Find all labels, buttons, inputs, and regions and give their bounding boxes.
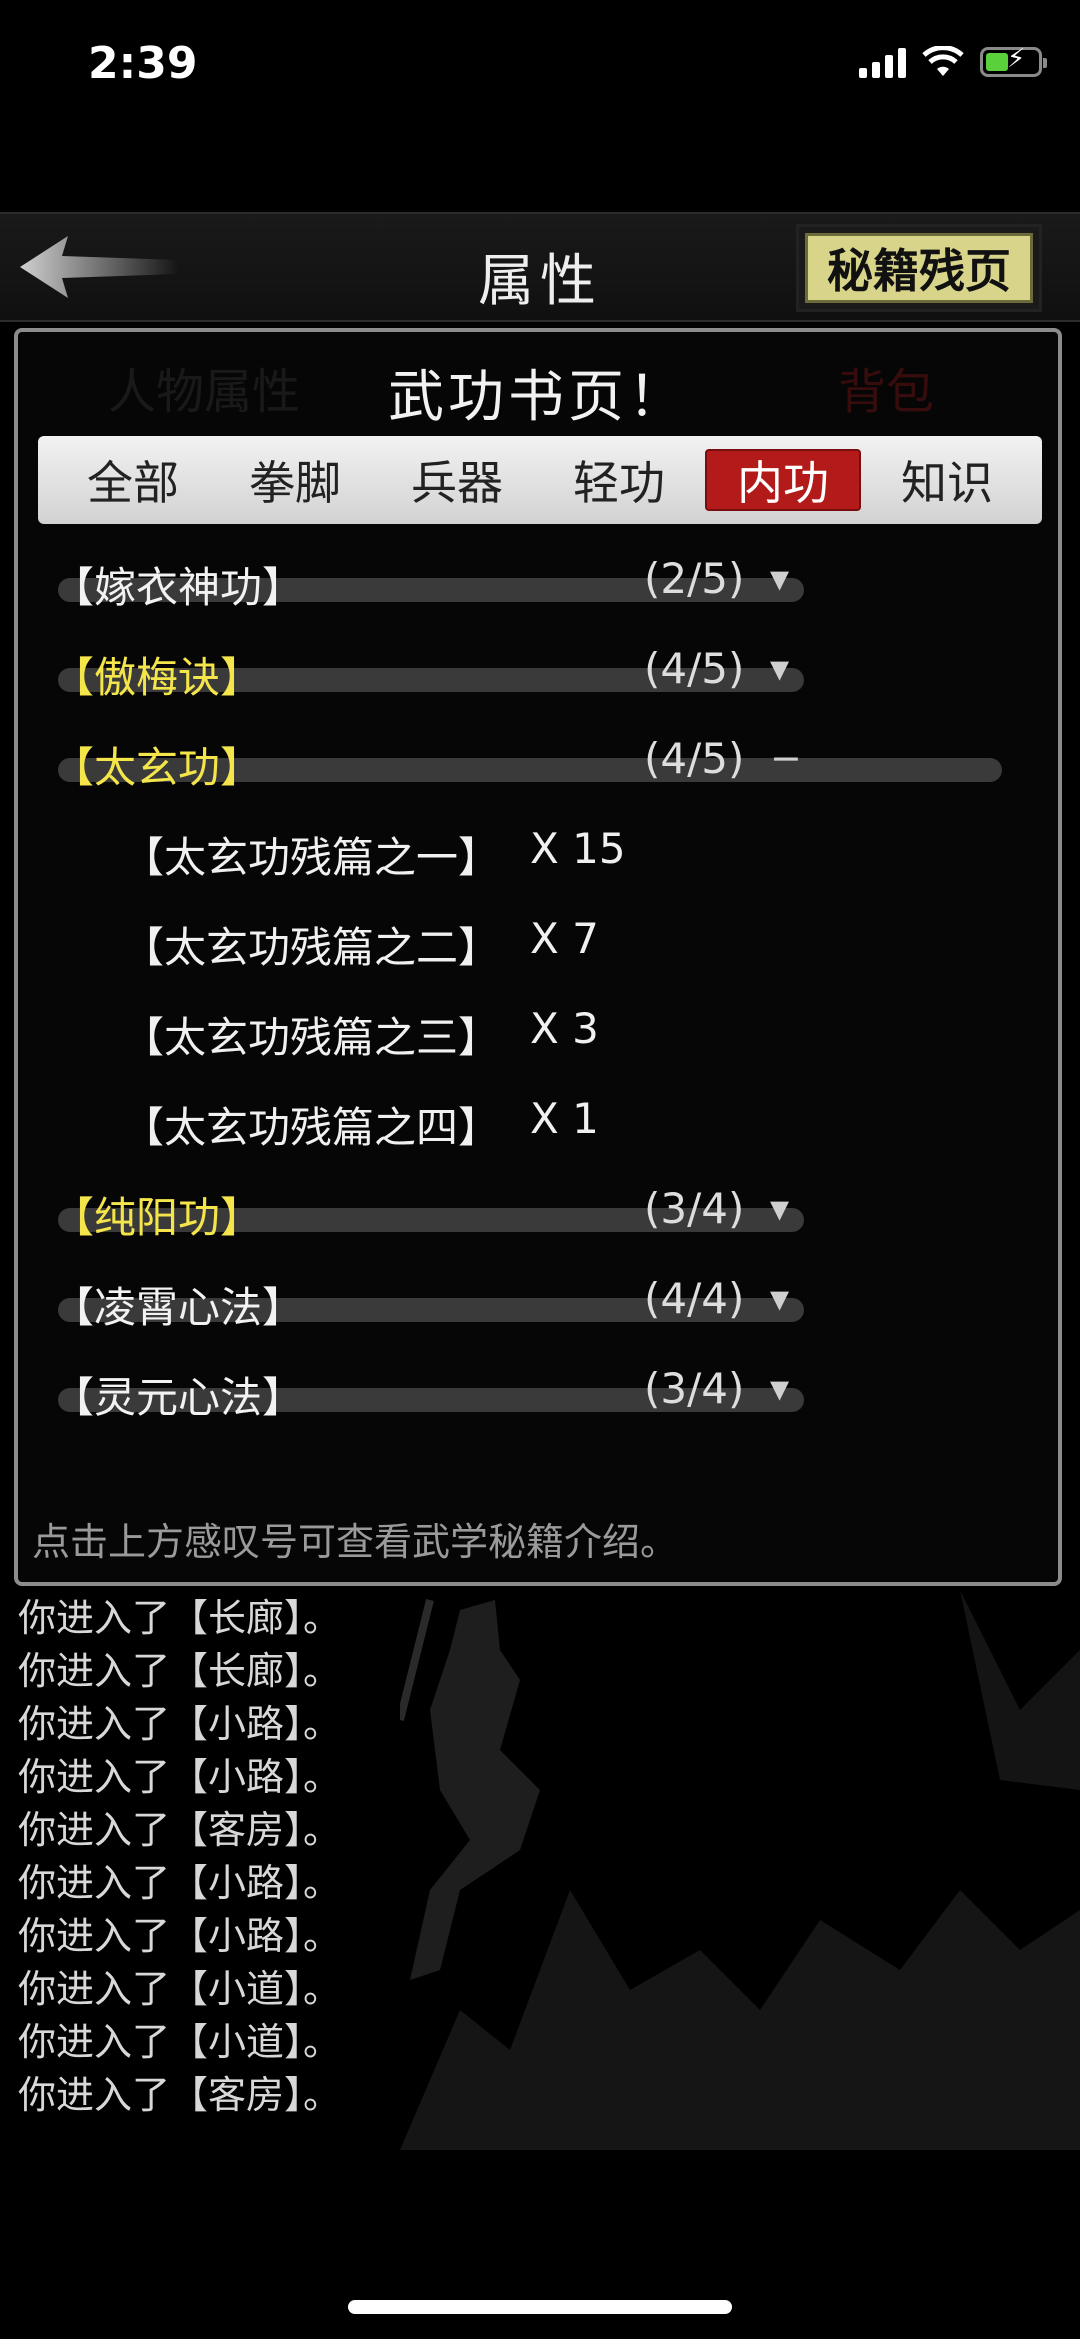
- chevron-down-icon[interactable]: ▾: [770, 556, 789, 600]
- chevron-down-icon[interactable]: ▾: [770, 1366, 789, 1410]
- event-log: 你进入了【长廊】。 你进入了【长廊】。 你进入了【小路】。 你进入了【小路】。 …: [18, 1592, 1058, 2122]
- status-icons: ⚡: [859, 44, 1047, 78]
- panel-title[interactable]: 武功书页！: [18, 352, 1058, 433]
- tab-weapon[interactable]: 兵器: [381, 451, 533, 510]
- status-time: 2:39: [88, 38, 198, 89]
- fragment-item: 【太玄功残篇之四】 X 1: [18, 1082, 1058, 1172]
- home-indicator[interactable]: [348, 2300, 732, 2314]
- skill-name: 【嫁衣神功】: [52, 563, 305, 612]
- fragment-pages-label: 秘籍残页: [805, 233, 1033, 303]
- page-count: (3/4): [644, 1364, 745, 1413]
- cellular-signal-icon: [859, 46, 906, 78]
- fragment-name: 【太玄功残篇之二】: [122, 923, 501, 972]
- tab-lightness[interactable]: 轻功: [543, 451, 695, 510]
- list-item[interactable]: 【灵元心法】 (3/4) ▾: [18, 1352, 1058, 1442]
- status-bar: 2:39 ⚡: [0, 0, 1080, 130]
- page-count: (2/5): [644, 554, 745, 603]
- fragment-quantity: X 3: [530, 1004, 599, 1053]
- page-count: (4/5): [644, 644, 745, 693]
- fragment-name: 【太玄功残篇之四】: [122, 1103, 501, 1152]
- list-item[interactable]: 【傲梅诀】 (4/5) ▾: [18, 632, 1058, 722]
- page-count: (4/4): [644, 1274, 745, 1323]
- fragment-item: 【太玄功残篇之二】 X 7: [18, 902, 1058, 992]
- list-item[interactable]: 【嫁衣神功】 (2/5) ▾: [18, 542, 1058, 632]
- log-line: 你进入了【长廊】。: [18, 1649, 342, 1693]
- hint-text: 点击上方感叹号可查看武学秘籍介绍。: [32, 1520, 679, 1564]
- log-line: 你进入了【小路】。: [18, 1861, 342, 1905]
- log-line: 你进入了【小路】。: [18, 1914, 342, 1958]
- header-bar: 属性 秘籍残页: [0, 212, 1080, 322]
- log-line: 你进入了【客房】。: [18, 2073, 342, 2117]
- page-count: (3/4): [644, 1184, 745, 1233]
- martial-arts-pages-panel: 人物属性 背包 武功书页！ 全部 拳脚 兵器 轻功 内功 知识 【嫁衣神功】 (…: [14, 328, 1062, 1586]
- wifi-icon: [922, 46, 964, 76]
- list-item[interactable]: 【太玄功】 (4/5) −: [18, 722, 1058, 812]
- tab-knowledge[interactable]: 知识: [871, 451, 1023, 510]
- fragment-item: 【太玄功残篇之一】 X 15: [18, 812, 1058, 902]
- fragment-name: 【太玄功残篇之三】: [122, 1013, 501, 1062]
- skill-name: 【灵元心法】: [52, 1373, 305, 1422]
- tab-inner-skill[interactable]: 内功: [705, 449, 861, 511]
- page-count: (4/5): [644, 734, 745, 783]
- chevron-down-icon[interactable]: ▾: [770, 1186, 789, 1230]
- tab-fist[interactable]: 拳脚: [219, 451, 371, 510]
- tab-all[interactable]: 全部: [57, 451, 209, 510]
- log-line: 你进入了【小道】。: [18, 1967, 342, 2011]
- log-line: 你进入了【长廊】。: [18, 1596, 342, 1640]
- log-line: 你进入了【客房】。: [18, 1808, 342, 1852]
- fragment-quantity: X 15: [530, 824, 626, 873]
- skill-name: 【太玄功】: [52, 743, 263, 792]
- skill-name: 【傲梅诀】: [52, 653, 263, 702]
- fragment-quantity: X 1: [530, 1094, 599, 1143]
- log-line: 你进入了【小路】。: [18, 1755, 342, 1799]
- skill-page-list: 【嫁衣神功】 (2/5) ▾ 【傲梅诀】 (4/5) ▾ 【太玄功】 (4/5)…: [18, 542, 1058, 1442]
- fragment-quantity: X 7: [530, 914, 599, 963]
- fragment-pages-button[interactable]: 秘籍残页: [796, 224, 1042, 312]
- list-item[interactable]: 【凌霄心法】 (4/4) ▾: [18, 1262, 1058, 1352]
- skill-name: 【纯阳功】: [52, 1193, 263, 1242]
- category-tab-bar: 全部 拳脚 兵器 轻功 内功 知识: [38, 436, 1042, 524]
- battery-charging-icon: ⚡: [980, 44, 1047, 77]
- list-item[interactable]: 【纯阳功】 (3/4) ▾: [18, 1172, 1058, 1262]
- skill-name: 【凌霄心法】: [52, 1283, 305, 1332]
- fragment-name: 【太玄功残篇之一】: [122, 833, 501, 882]
- log-line: 你进入了【小路】。: [18, 1702, 342, 1746]
- chevron-down-icon[interactable]: ▾: [770, 1276, 789, 1320]
- log-line: 你进入了【小道】。: [18, 2020, 342, 2064]
- fragment-item: 【太玄功残篇之三】 X 3: [18, 992, 1058, 1082]
- chevron-down-icon[interactable]: ▾: [770, 646, 789, 690]
- minus-icon[interactable]: −: [770, 736, 802, 780]
